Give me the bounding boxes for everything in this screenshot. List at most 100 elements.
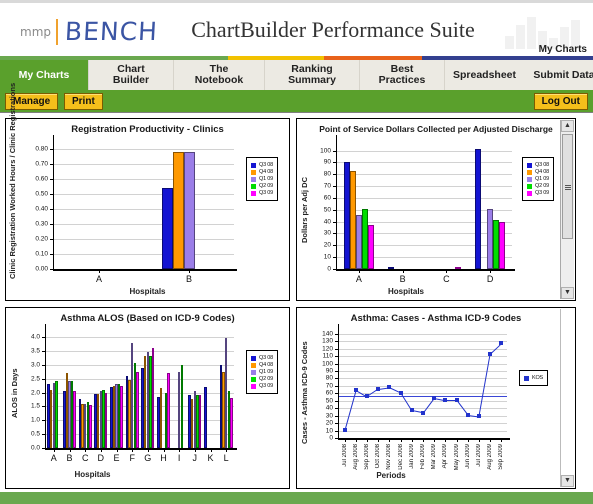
y-tick-label: 80	[325, 374, 333, 382]
legend-swatch	[527, 176, 532, 182]
x-tick-label: E	[113, 453, 120, 463]
x-tick-mark	[189, 269, 190, 273]
tab-ranking-summary[interactable]: Ranking Summary	[265, 60, 360, 90]
tab-submit-data[interactable]: Submit Data	[524, 60, 593, 90]
tab-best-practices[interactable]: Best Practices	[360, 60, 445, 90]
legend-label: Q3 09	[259, 383, 273, 389]
data-point	[398, 390, 403, 395]
x-tick-mark	[490, 438, 492, 442]
x-tick-label: B	[66, 453, 73, 463]
x-tick-label: A	[95, 274, 103, 284]
x-tick-mark	[434, 438, 436, 442]
x-tick-label: May 2009	[453, 444, 460, 471]
x-tick-label: Jun 2009	[464, 444, 471, 469]
legend-label: Q3 08	[259, 162, 273, 168]
tab-spreadsheet[interactable]: Spreadsheet	[445, 60, 524, 90]
chart-bar	[159, 388, 163, 448]
data-point	[432, 395, 437, 400]
chart-bar	[475, 149, 482, 269]
chart-title: Asthma: Cases - Asthma ICD-9 Codes	[350, 313, 522, 324]
x-tick-mark	[100, 448, 102, 452]
x-tick-mark	[367, 438, 368, 442]
scroll-down-arrow[interactable]: ▼	[561, 475, 574, 487]
x-tick-mark	[467, 438, 469, 442]
chart-panel-point-of-service-dollars[interactable]: Point of Service Dollars Collected per A…	[296, 118, 576, 301]
x-tick-label: C	[81, 453, 89, 463]
chart-panel-registration-productivity[interactable]: Registration Productivity - Clinics Clin…	[5, 83, 290, 301]
tab-chart-builder[interactable]: Chart Builder	[89, 60, 174, 90]
grid-line	[339, 356, 507, 358]
legend-swatch	[251, 169, 256, 175]
chart-x-axis-label: Hospitals	[74, 470, 111, 479]
y-tick-label: 0.10	[35, 250, 48, 258]
x-tick-label: Dec 2008	[397, 444, 404, 470]
y-tick-label: 0.40	[35, 205, 48, 213]
chart-bar	[198, 395, 202, 448]
legend-label: Q3 09	[535, 190, 549, 196]
x-tick-label: I	[177, 453, 181, 463]
tab-label: The Notebook	[194, 63, 244, 86]
legend-label: Q2 09	[259, 183, 273, 189]
legend-label: Q3 09	[259, 190, 273, 196]
chart-bar	[387, 267, 394, 269]
legend-label: Q4 08	[535, 169, 549, 175]
x-axis	[335, 269, 515, 271]
legend-swatch	[527, 162, 532, 168]
action-toolbar: Manage Print Log Out	[0, 90, 593, 112]
print-button[interactable]: Print	[64, 93, 103, 110]
y-axis	[335, 135, 337, 269]
x-tick-mark	[400, 438, 402, 442]
tab-the-notebook[interactable]: The Notebook	[174, 60, 265, 90]
chart-bar	[55, 381, 58, 448]
y-axis	[337, 324, 339, 438]
x-tick-label: H	[160, 453, 167, 463]
legend-swatch	[251, 376, 256, 382]
chart-bar	[161, 187, 173, 269]
brand-logo[interactable]: mmp BENCH	[20, 17, 159, 46]
chart-legend[interactable]: Q3 08 Q4 08 Q1 09 Q2 09 Q3 09	[246, 157, 278, 201]
x-tick-mark	[411, 438, 413, 442]
x-tick-mark	[147, 448, 149, 452]
chart-bar	[104, 392, 108, 448]
data-point	[376, 386, 381, 391]
legend-label: Q3 08	[535, 162, 549, 168]
scrollbar-thumb[interactable]	[562, 134, 573, 239]
legend-swatch	[251, 183, 256, 189]
panel-vertical-scrollbar[interactable]: ▼	[560, 309, 574, 487]
logout-button[interactable]: Log Out	[533, 93, 588, 110]
scroll-up-arrow[interactable]: ▲	[561, 120, 574, 132]
legend-row: KOS	[524, 375, 543, 381]
y-tick-label: 140	[322, 330, 333, 338]
data-point	[454, 398, 459, 402]
chart-legend[interactable]: KOS	[519, 370, 549, 386]
chart-panel-asthma-cases[interactable]: Asthma: Cases - Asthma ICD-9 Codes Cases…	[296, 307, 576, 489]
grid-line	[54, 238, 234, 240]
x-tick-mark	[355, 438, 357, 442]
y-tick-label: 20	[325, 419, 333, 427]
y-tick-label: 60	[325, 389, 333, 397]
chart-legend[interactable]: Q3 08 Q4 08 Q1 09 Q2 09 Q3 09	[522, 157, 554, 201]
x-tick-mark	[85, 448, 87, 452]
y-tick-label: 0.20	[35, 235, 48, 243]
legend-label: Q2 09	[535, 183, 549, 189]
grid-line	[54, 148, 234, 150]
tab-label: My Charts	[18, 68, 70, 81]
charts-board: Registration Productivity - Clinics Clin…	[0, 83, 593, 492]
scroll-down-arrow[interactable]: ▼	[561, 287, 574, 299]
panel-vertical-scrollbar[interactable]: ▲ ▼	[560, 120, 574, 299]
x-tick-mark	[456, 438, 458, 442]
y-tick-label: 0.60	[35, 175, 48, 183]
y-tick-label: 80	[323, 170, 331, 178]
chart-legend[interactable]: Q3 08 Q4 08 Q1 09 Q2 09 Q3 09	[246, 350, 278, 394]
x-tick-mark	[490, 269, 492, 273]
x-tick-label: G	[144, 453, 152, 463]
legend-label: Q4 08	[259, 169, 273, 175]
grid-line	[46, 364, 234, 366]
grid-line	[54, 163, 234, 165]
x-tick-label: D	[97, 453, 105, 463]
grid-line	[337, 162, 512, 164]
grid-line	[339, 341, 507, 343]
x-tick-mark	[501, 438, 503, 442]
chart-panel-asthma-alos[interactable]: Asthma ALOS (Based on ICD-9 Codes) ALOS …	[5, 307, 290, 489]
x-tick-mark	[445, 438, 447, 442]
